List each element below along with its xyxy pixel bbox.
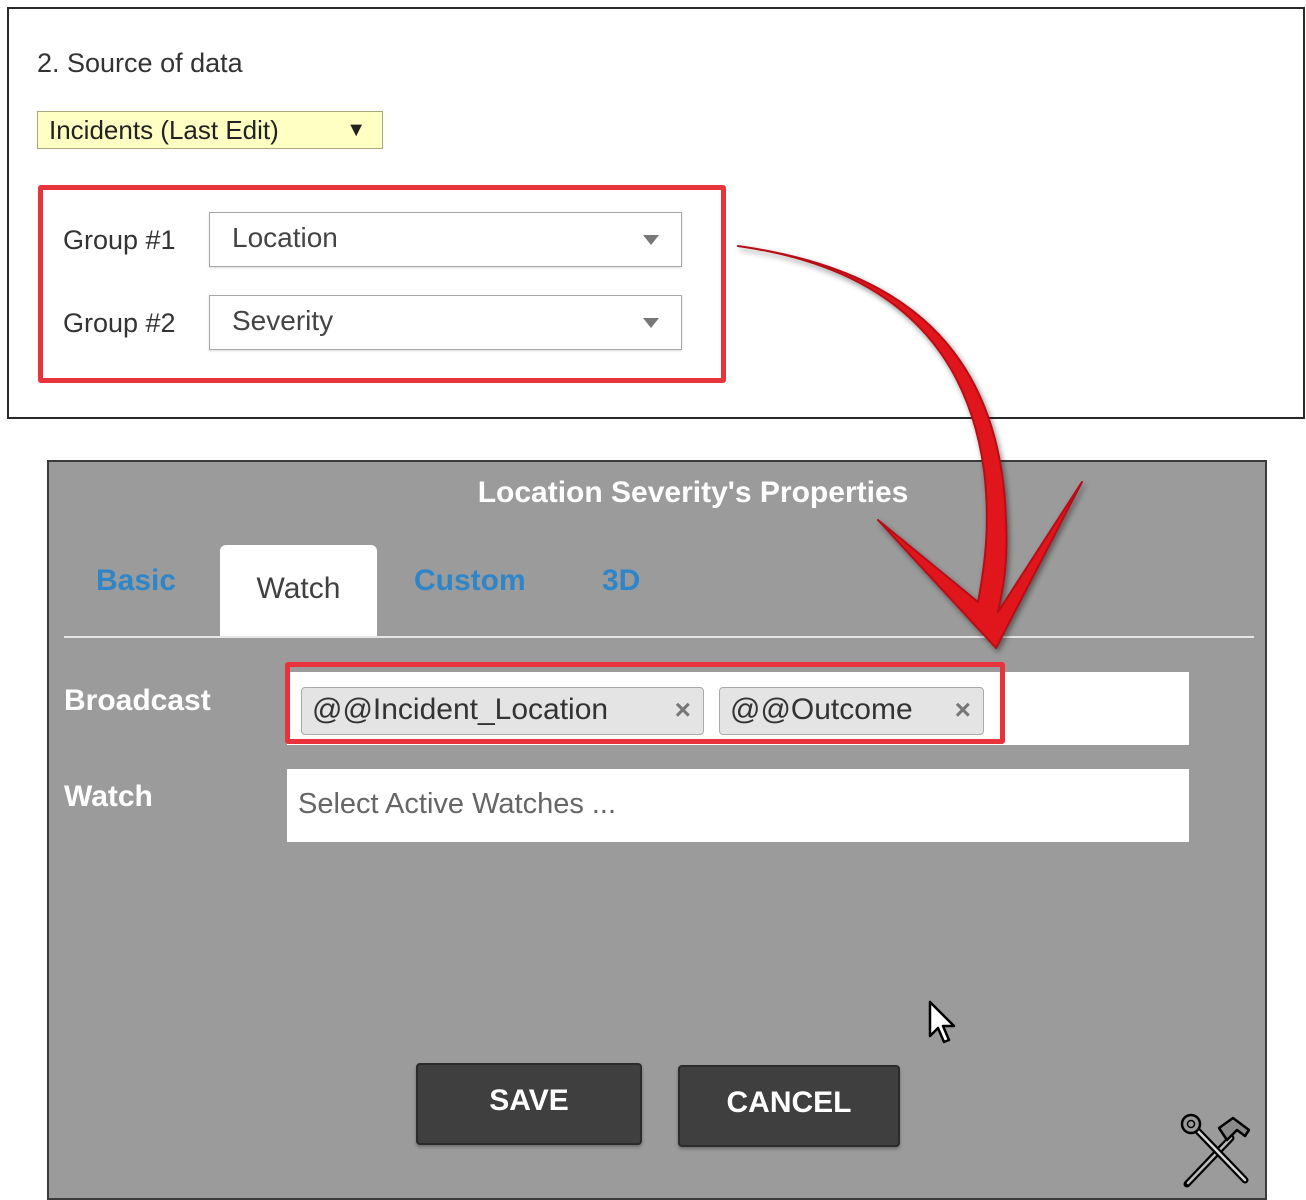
tag-label: @@Incident_Location: [312, 693, 609, 726]
source-dropdown[interactable]: Incidents (Last Edit) ▼: [37, 111, 383, 149]
tab-watch[interactable]: Watch: [220, 545, 377, 637]
watch-multiselect[interactable]: Select Active Watches ...: [287, 769, 1189, 842]
group-2-value: Severity: [232, 305, 334, 336]
dialog-title: Location Severity's Properties: [477, 476, 909, 509]
source-dropdown-value: Incidents (Last Edit): [49, 115, 279, 145]
group-1-label: Group #1: [63, 225, 176, 255]
chevron-down-icon: [643, 235, 659, 245]
broadcast-tag: @@Incident_Location ×: [301, 687, 704, 735]
group-1-select[interactable]: Location: [209, 212, 682, 267]
section-title: 2. Source of data: [37, 48, 243, 78]
source-of-data-panel: 2. Source of data Incidents (Last Edit) …: [7, 7, 1305, 419]
hammer-wrench-tools-icon[interactable]: [1179, 1112, 1259, 1192]
group-2-label: Group #2: [63, 308, 176, 338]
tag-label: @@Outcome: [730, 693, 913, 726]
broadcast-tag: @@Outcome ×: [719, 687, 984, 735]
save-button[interactable]: SAVE: [416, 1063, 642, 1145]
dropdown-arrow-icon: ▼: [346, 119, 366, 141]
mouse-pointer-icon: [928, 1000, 956, 1044]
broadcast-multiselect[interactable]: @@Incident_Location × @@Outcome ×: [287, 672, 1189, 745]
watch-placeholder: Select Active Watches ...: [298, 788, 617, 820]
cancel-button[interactable]: CANCEL: [678, 1065, 900, 1147]
tab-basic[interactable]: Basic: [96, 558, 176, 604]
grouping-highlight-box: Group #1 Location Group #2 Severity: [38, 185, 726, 383]
group-2-select[interactable]: Severity: [209, 295, 682, 350]
group-1-value: Location: [232, 222, 338, 253]
properties-dialog: Location Severity's Properties Basic Wat…: [47, 460, 1267, 1200]
broadcast-label: Broadcast: [64, 684, 211, 717]
tab-custom[interactable]: Custom: [414, 558, 526, 604]
remove-tag-icon[interactable]: ×: [955, 688, 971, 732]
tab-divider: [64, 636, 1254, 638]
tab-3d[interactable]: 3D: [602, 558, 640, 604]
chevron-down-icon: [643, 318, 659, 328]
watch-label: Watch: [64, 780, 153, 813]
remove-tag-icon[interactable]: ×: [675, 688, 691, 732]
